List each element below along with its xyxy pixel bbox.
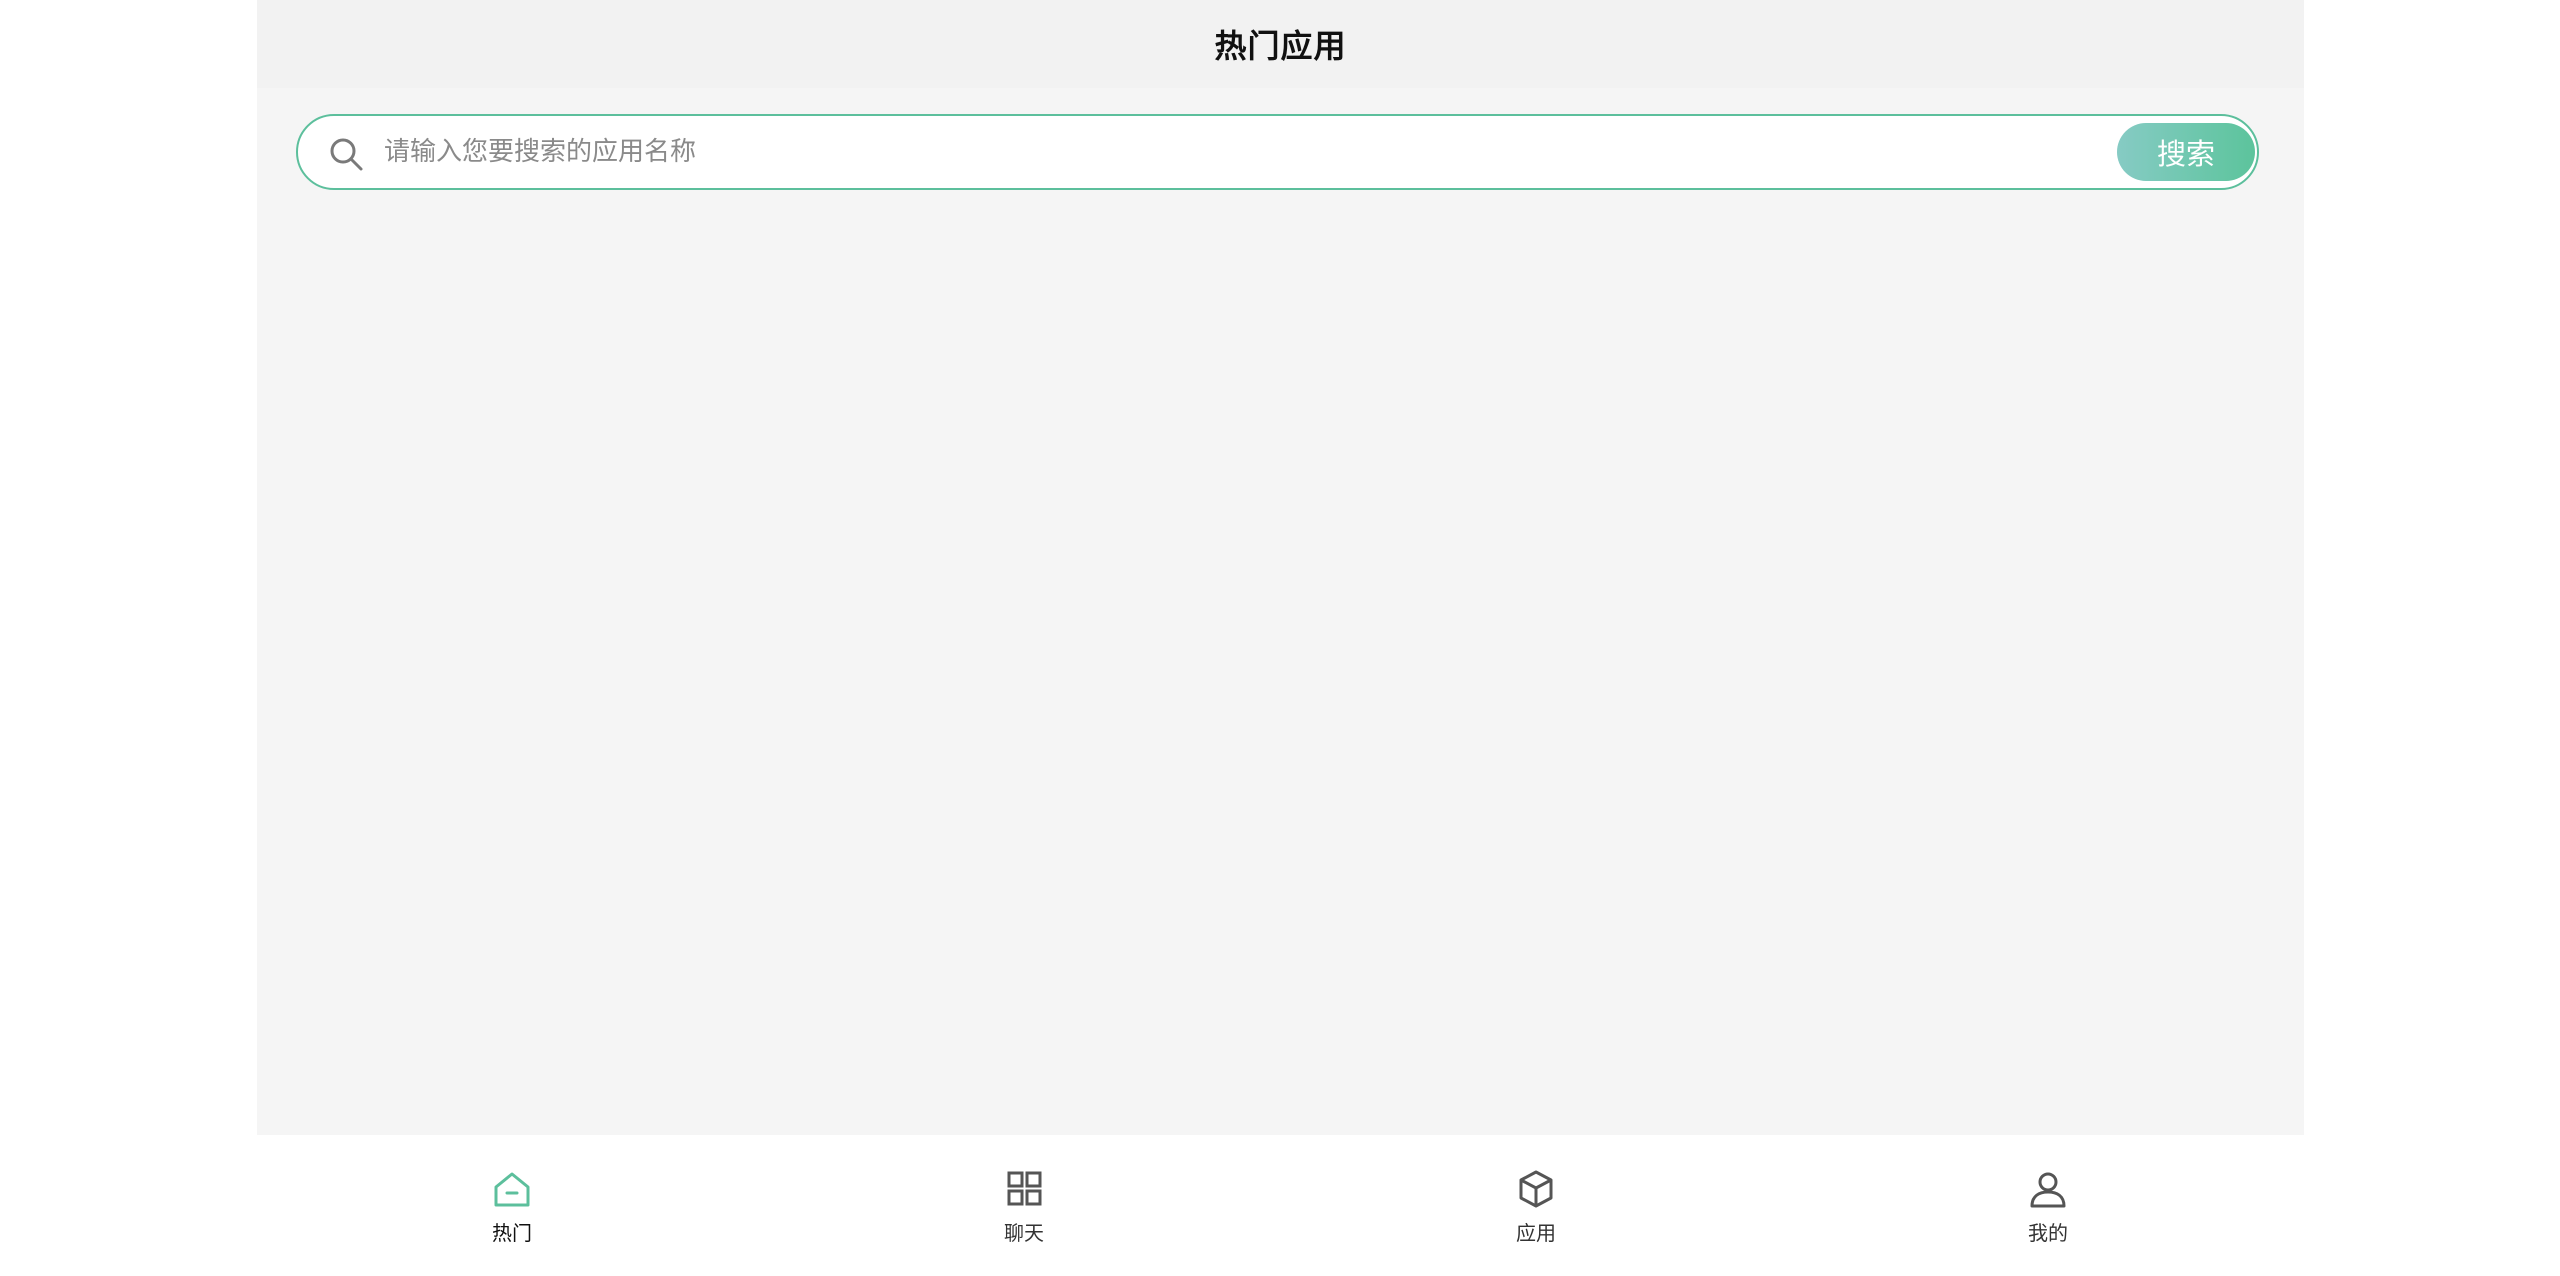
tab-mine[interactable]: 我的 — [1988, 1169, 2108, 1249]
tab-mine-label: 我的 — [2028, 1221, 2068, 1245]
search-bar: 搜索 — [296, 114, 2259, 190]
tab-chat[interactable]: 聊天 — [964, 1169, 1084, 1249]
tab-chat-label: 聊天 — [1004, 1221, 1044, 1245]
cube-icon — [1516, 1169, 1556, 1209]
bottom-tab-bar: 热门 聊天 应用 我的 — [0, 1135, 2560, 1276]
search-input[interactable] — [384, 128, 1384, 176]
tab-apps[interactable]: 应用 — [1476, 1169, 1596, 1249]
page-title: 热门应用 — [1214, 27, 1347, 65]
search-icon — [328, 136, 364, 172]
home-icon — [492, 1169, 532, 1209]
app-list-area — [257, 210, 2304, 1135]
user-icon — [2028, 1169, 2068, 1209]
grid-icon — [1004, 1169, 1044, 1209]
tab-hot[interactable]: 热门 — [452, 1169, 572, 1249]
search-button[interactable]: 搜索 — [2117, 123, 2255, 181]
page-header: 热门应用 — [257, 0, 2304, 88]
tab-apps-label: 应用 — [1516, 1221, 1556, 1245]
tab-hot-label: 热门 — [492, 1221, 532, 1245]
app-window: 热门应用 搜索 — [257, 0, 2304, 1276]
